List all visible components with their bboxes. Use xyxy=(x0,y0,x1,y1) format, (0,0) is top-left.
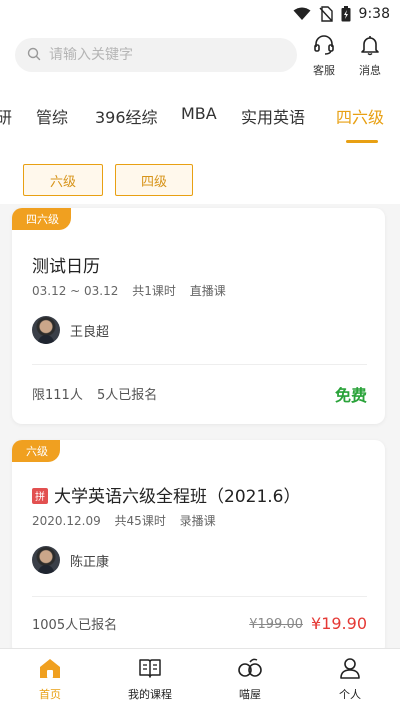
nav-my-courses-label: 我的课程 xyxy=(128,688,172,701)
nav-home-label: 首页 xyxy=(39,688,61,701)
nav-my-courses[interactable]: 我的课程 xyxy=(120,657,180,702)
course-date: 03.12 ~ 03.12 xyxy=(32,284,119,298)
course-title: 大学英语六级全程班（2021.6） xyxy=(54,487,301,507)
category-badge: 四六级 xyxy=(12,208,71,230)
status-time: 9:38 xyxy=(358,6,390,22)
header: 客服 消息 xyxy=(0,28,400,90)
wifi-icon xyxy=(293,7,311,21)
course-title-row: 拼大学英语六级全程班（2021.6） xyxy=(32,482,300,507)
messages-label: 消息 xyxy=(359,64,381,77)
enrolled-count: 1005人已报名 xyxy=(32,618,118,633)
nav-community-label: 喵屋 xyxy=(239,688,261,701)
card-divider xyxy=(32,596,367,597)
teacher-info: 陈正康 xyxy=(32,546,109,574)
tab-396-economics[interactable]: 396经综 xyxy=(95,104,158,128)
filter-cet6[interactable]: 六级 xyxy=(23,164,103,196)
course-price: 免费 xyxy=(334,386,367,405)
tab-cet[interactable]: 四六级 xyxy=(336,104,384,128)
group-buy-tag: 拼 xyxy=(32,487,48,504)
status-bar: 9:38 xyxy=(0,0,400,28)
course-date: 2020.12.09 xyxy=(32,514,101,528)
headset-icon xyxy=(313,34,335,59)
person-icon xyxy=(338,657,362,682)
search-icon xyxy=(27,46,41,65)
battery-charging-icon xyxy=(341,6,351,22)
course-price: ¥19.90 xyxy=(311,614,367,633)
enrollment-limit: 限111人 xyxy=(32,388,83,403)
original-price: ¥199.00 xyxy=(249,617,303,632)
course-meta: 03.12 ~ 03.12 共1课时 直播课 xyxy=(32,282,236,299)
teacher-name: 王良超 xyxy=(70,324,110,340)
search-input[interactable] xyxy=(49,47,279,63)
teacher-avatar xyxy=(32,546,60,574)
enrolled-count: 5人已报名 xyxy=(96,388,158,403)
category-tabs: 研 管综 396经综 MBA 实用英语 四六级 xyxy=(0,90,400,146)
course-lessons: 共1课时 xyxy=(132,284,176,298)
course-card[interactable]: 四六级 测试日历 03.12 ~ 03.12 共1课时 直播课 王良超 限111… xyxy=(12,208,385,424)
course-lessons: 共45课时 xyxy=(114,514,166,528)
messages-button[interactable]: 消息 xyxy=(352,34,388,78)
tab-mba[interactable]: MBA xyxy=(181,104,217,123)
course-type: 直播课 xyxy=(189,284,226,298)
course-type: 录播课 xyxy=(179,514,216,528)
enrollment-info: 限111人 5人已报名 xyxy=(32,384,167,403)
active-tab-indicator xyxy=(346,140,378,143)
filter-cet4[interactable]: 四级 xyxy=(115,164,193,196)
enrollment-info: 1005人已报名 xyxy=(32,614,127,633)
tab-practical-english[interactable]: 实用英语 xyxy=(241,104,305,128)
tab-management[interactable]: 管综 xyxy=(36,104,68,128)
nav-profile-label: 个人 xyxy=(339,688,361,701)
nav-community[interactable]: 喵屋 xyxy=(220,657,280,702)
home-icon xyxy=(38,657,62,682)
course-meta: 2020.12.09 共45课时 录播课 xyxy=(32,512,226,529)
card-divider xyxy=(32,364,367,365)
book-icon xyxy=(138,657,162,682)
bottom-navigation: 首页 我的课程 喵屋 个人 xyxy=(0,648,400,710)
course-title: 测试日历 xyxy=(32,257,100,277)
teacher-info: 王良超 xyxy=(32,316,109,344)
course-card[interactable]: 六级 拼大学英语六级全程班（2021.6） 2020.12.09 共45课时 录… xyxy=(12,440,385,656)
nav-home[interactable]: 首页 xyxy=(20,657,80,702)
customer-service-button[interactable]: 客服 xyxy=(306,34,342,78)
customer-service-label: 客服 xyxy=(313,64,335,77)
search-bar[interactable] xyxy=(15,38,297,72)
teacher-name: 陈正康 xyxy=(70,554,110,570)
community-icon xyxy=(236,657,264,682)
bell-icon xyxy=(359,34,381,59)
level-filters: 六级 四级 xyxy=(0,146,400,204)
category-badge: 六级 xyxy=(12,440,60,462)
nav-profile[interactable]: 个人 xyxy=(320,657,380,702)
no-sim-icon xyxy=(319,6,333,22)
teacher-avatar xyxy=(32,316,60,344)
tab-postgraduate[interactable]: 研 xyxy=(0,104,12,128)
